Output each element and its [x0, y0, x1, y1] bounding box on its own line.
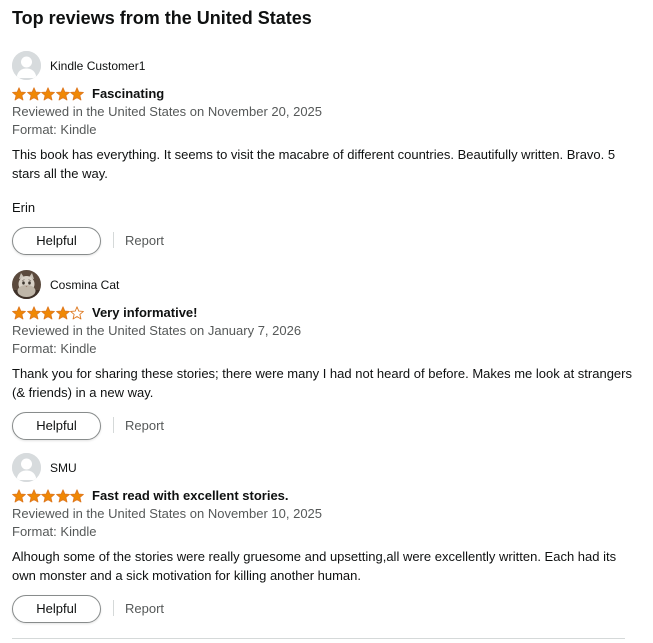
review-card: Cosmina Cat Very informative! Reviewed i…: [12, 270, 641, 442]
helpful-button[interactable]: Helpful: [12, 412, 101, 440]
review-actions: Helpful Report: [12, 595, 641, 625]
review-body: Thank you for sharing these stories; the…: [12, 366, 632, 400]
reviewer-name[interactable]: Cosmina Cat: [50, 278, 119, 292]
star-filled-icon: [12, 489, 26, 503]
cat-avatar-icon[interactable]: [12, 270, 41, 299]
review-actions: Helpful Report: [12, 227, 641, 257]
star-filled-icon: [26, 306, 41, 320]
review-body: This book has everything. It seems to vi…: [12, 147, 616, 181]
helpful-button[interactable]: Helpful: [12, 595, 101, 623]
star-rating[interactable]: [12, 489, 84, 503]
reviewer-profile[interactable]: Kindle Customer1: [12, 51, 641, 81]
star-filled-icon: [55, 306, 70, 320]
star-filled-icon: [12, 306, 26, 320]
review-title[interactable]: Fascinating: [92, 86, 164, 102]
reviewer-name[interactable]: Kindle Customer1: [50, 59, 145, 73]
review-body: Alhough some of the stories were really …: [12, 549, 617, 583]
rating-row: Very informative!: [12, 304, 641, 322]
review-format[interactable]: Format: Kindle: [12, 340, 641, 358]
star-filled-icon: [12, 87, 26, 101]
reviewer-profile[interactable]: Cosmina Cat: [12, 270, 641, 300]
review-title[interactable]: Fast read with excellent stories.: [92, 488, 289, 504]
action-divider: [113, 232, 114, 248]
reviewer-name[interactable]: SMU: [50, 461, 77, 475]
star-empty-icon: [70, 306, 84, 320]
review-format[interactable]: Format: Kindle: [12, 121, 641, 139]
reviewer-profile[interactable]: SMU: [12, 453, 641, 483]
section-title: Top reviews from the United States: [12, 8, 312, 28]
star-filled-icon: [41, 306, 55, 320]
report-link[interactable]: Report: [125, 418, 164, 433]
report-link[interactable]: Report: [125, 601, 164, 616]
star-filled-icon: [70, 87, 84, 101]
review-title[interactable]: Very informative!: [92, 305, 198, 321]
review-card: SMU Fast read with excellent stories. Re…: [12, 453, 641, 625]
star-rating[interactable]: [12, 306, 84, 320]
star-filled-icon: [55, 87, 70, 101]
star-filled-icon: [41, 489, 55, 503]
star-rating[interactable]: [12, 87, 84, 101]
review-format[interactable]: Format: Kindle: [12, 523, 641, 541]
review-actions: Helpful Report: [12, 412, 641, 442]
star-filled-icon: [41, 87, 55, 101]
star-filled-icon: [26, 489, 41, 503]
default-avatar-icon[interactable]: [12, 453, 41, 482]
rating-row: Fast read with excellent stories.: [12, 487, 641, 505]
review-signature: Erin: [12, 200, 36, 215]
review-card: Kindle Customer1 Fascinating Reviewed in…: [12, 51, 641, 257]
section-divider: [12, 638, 625, 639]
star-filled-icon: [70, 489, 84, 503]
rating-row: Fascinating: [12, 85, 641, 103]
star-filled-icon: [26, 87, 41, 101]
review-date: Reviewed in the United States on January…: [12, 323, 302, 338]
action-divider: [113, 600, 114, 616]
helpful-button[interactable]: Helpful: [12, 227, 101, 255]
action-divider: [113, 417, 114, 433]
default-avatar-icon[interactable]: [12, 51, 41, 80]
review-date: Reviewed in the United States on Novembe…: [12, 506, 323, 521]
review-date: Reviewed in the United States on Novembe…: [12, 104, 323, 119]
report-link[interactable]: Report: [125, 233, 164, 248]
star-filled-icon: [55, 489, 70, 503]
